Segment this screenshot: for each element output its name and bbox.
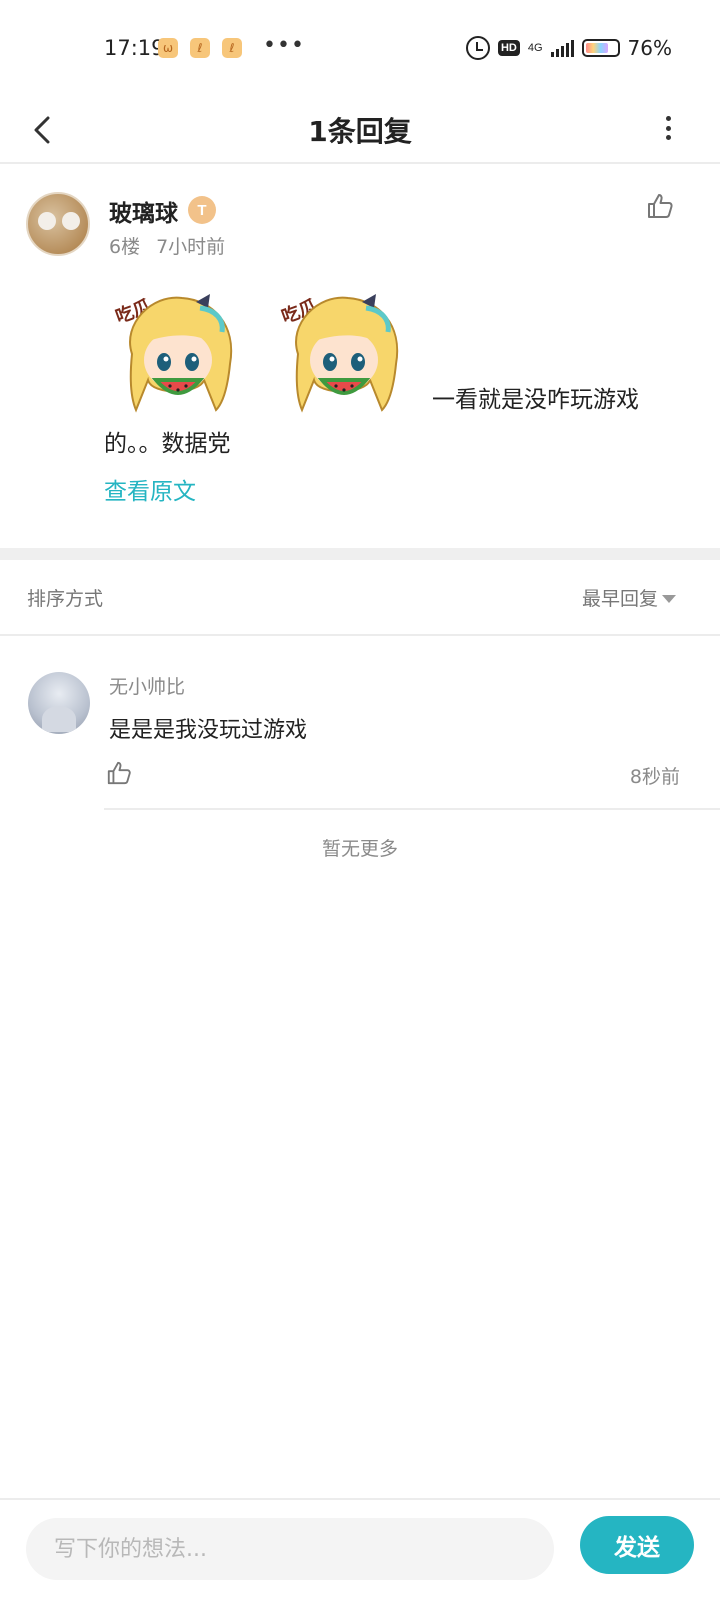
comment-text-continued: 的。。数据党 bbox=[104, 431, 231, 457]
floor-number: 6楼 bbox=[109, 236, 141, 258]
comment-author[interactable]: 玻璃球 bbox=[109, 194, 178, 228]
send-button[interactable]: 发送 bbox=[580, 1516, 694, 1574]
section-divider bbox=[0, 548, 720, 560]
reply-author[interactable]: 无小帅比 bbox=[109, 672, 185, 699]
page-title: 1条回复 bbox=[308, 115, 412, 148]
sort-label: 排序方式 bbox=[27, 588, 104, 610]
feather-app-icon: ℓ bbox=[190, 38, 210, 58]
feather-app-icon: ℓ bbox=[222, 38, 242, 58]
comment-input-bar: 发送 bbox=[0, 1498, 720, 1600]
divider bbox=[104, 808, 720, 810]
sort-bar: 排序方式 最早回复 bbox=[0, 560, 720, 636]
more-options-icon[interactable] bbox=[656, 108, 680, 148]
network-type: 4G bbox=[527, 42, 543, 54]
signal-icon bbox=[550, 39, 574, 57]
comment-meta: 6楼 7小时前 bbox=[109, 232, 225, 259]
reply-time: 8秒前 bbox=[629, 766, 680, 788]
reply-item: 无小帅比 是是是我没玩过游戏 8秒前 bbox=[0, 638, 720, 810]
header: 1条回复 bbox=[0, 96, 720, 164]
no-more-text: 暂无更多 bbox=[321, 838, 398, 860]
view-original-link[interactable]: 查看原文 bbox=[104, 472, 196, 506]
comment-input[interactable] bbox=[26, 1518, 554, 1580]
alarm-icon bbox=[465, 36, 490, 60]
avatar[interactable] bbox=[26, 192, 90, 256]
avatar[interactable] bbox=[28, 672, 90, 734]
brain-app-icon: ω bbox=[158, 38, 178, 58]
girl-eating-watermelon-sticker: 吃瓜… bbox=[279, 289, 399, 413]
status-time: 17:19 bbox=[104, 36, 165, 60]
battery-percent: 76% bbox=[627, 36, 672, 60]
more-notifications-icon: ••• bbox=[263, 33, 305, 58]
thumbs-up-icon[interactable] bbox=[106, 760, 132, 786]
hd-icon: HD bbox=[497, 40, 520, 56]
battery-icon bbox=[581, 39, 620, 57]
comment-time: 7小时前 bbox=[156, 236, 226, 258]
sort-dropdown[interactable]: 最早回复 bbox=[582, 584, 658, 611]
main-comment: 玻璃球 T 6楼 7小时前 吃瓜… 吃瓜… 一看就是没咋玩游戏 的。。数据党 查看… bbox=[0, 166, 720, 546]
caret-down-icon[interactable] bbox=[662, 595, 676, 603]
comment-text: 一看就是没咋玩游戏 bbox=[432, 387, 639, 413]
level-badge: T bbox=[188, 196, 216, 224]
girl-eating-watermelon-sticker: 吃瓜… bbox=[113, 289, 233, 413]
reply-text: 是是是我没玩过游戏 bbox=[109, 718, 308, 743]
thumbs-up-icon[interactable] bbox=[646, 192, 674, 220]
status-bar: 17:19 ω ℓ ℓ ••• HD 4G 76% bbox=[0, 0, 720, 96]
